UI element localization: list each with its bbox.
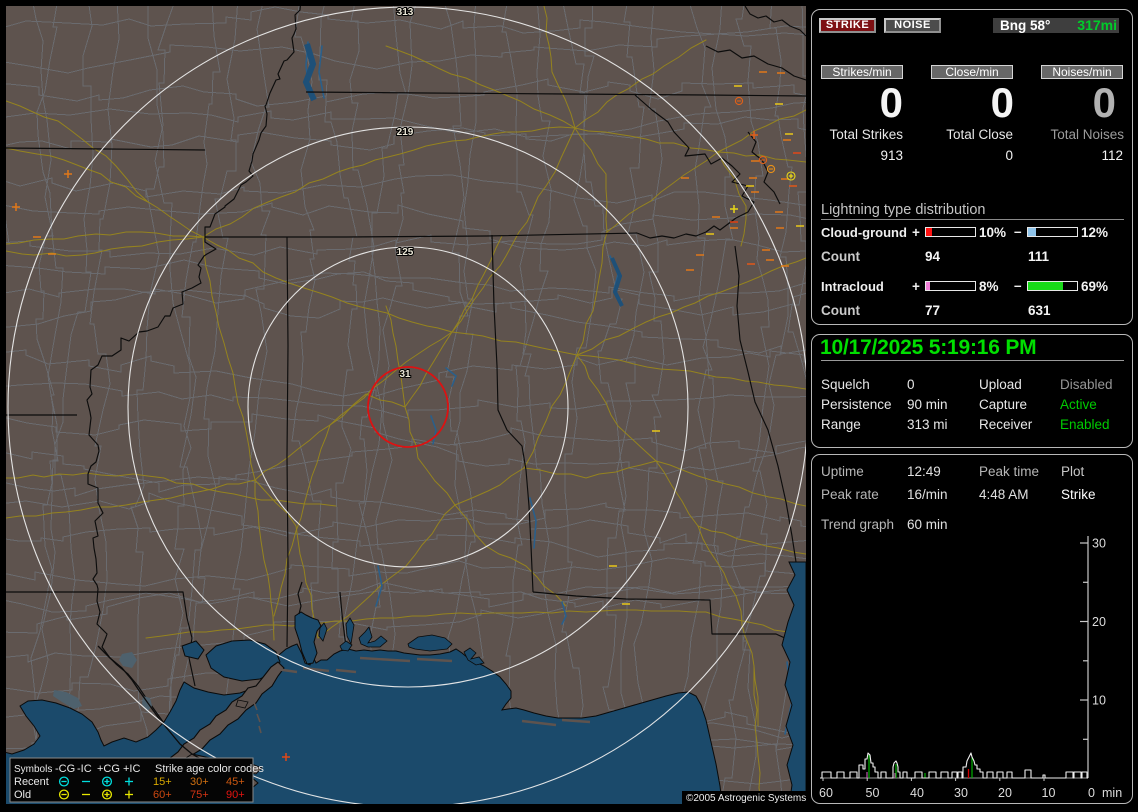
svg-text:30: 30 (1092, 537, 1106, 551)
svg-text:20: 20 (1092, 615, 1106, 629)
svg-text:©2005 Astrogenic Systems: ©2005 Astrogenic Systems (686, 793, 806, 804)
svg-text:Recent: Recent (14, 776, 49, 788)
svg-text:15+: 15+ (153, 776, 172, 788)
svg-text:60: 60 (819, 786, 833, 800)
svg-text:60+: 60+ (153, 789, 172, 801)
svg-text:0: 0 (1088, 786, 1095, 800)
svg-text:45+: 45+ (226, 776, 245, 788)
svg-text:50: 50 (866, 786, 880, 800)
svg-text:31: 31 (399, 369, 411, 380)
svg-text:125: 125 (397, 247, 414, 258)
svg-text:20: 20 (998, 786, 1012, 800)
svg-text:10: 10 (1092, 694, 1106, 708)
svg-text:40: 40 (910, 786, 924, 800)
svg-text:+IC: +IC (123, 763, 140, 775)
svg-text:Strike age color codes: Strike age color codes (155, 763, 264, 775)
svg-text:313: 313 (397, 7, 414, 18)
svg-text:-IC: -IC (77, 763, 92, 775)
svg-text:30+: 30+ (190, 776, 209, 788)
svg-text:219: 219 (397, 127, 414, 138)
svg-text:-CG: -CG (55, 763, 75, 775)
svg-text:min: min (1102, 786, 1122, 800)
svg-text:75+: 75+ (190, 789, 209, 801)
svg-text:Old: Old (14, 789, 31, 801)
svg-text:30: 30 (954, 786, 968, 800)
svg-text:90+: 90+ (226, 789, 245, 801)
svg-text:+CG: +CG (97, 763, 120, 775)
svg-text:Symbols: Symbols (14, 764, 52, 775)
svg-text:10: 10 (1042, 786, 1056, 800)
